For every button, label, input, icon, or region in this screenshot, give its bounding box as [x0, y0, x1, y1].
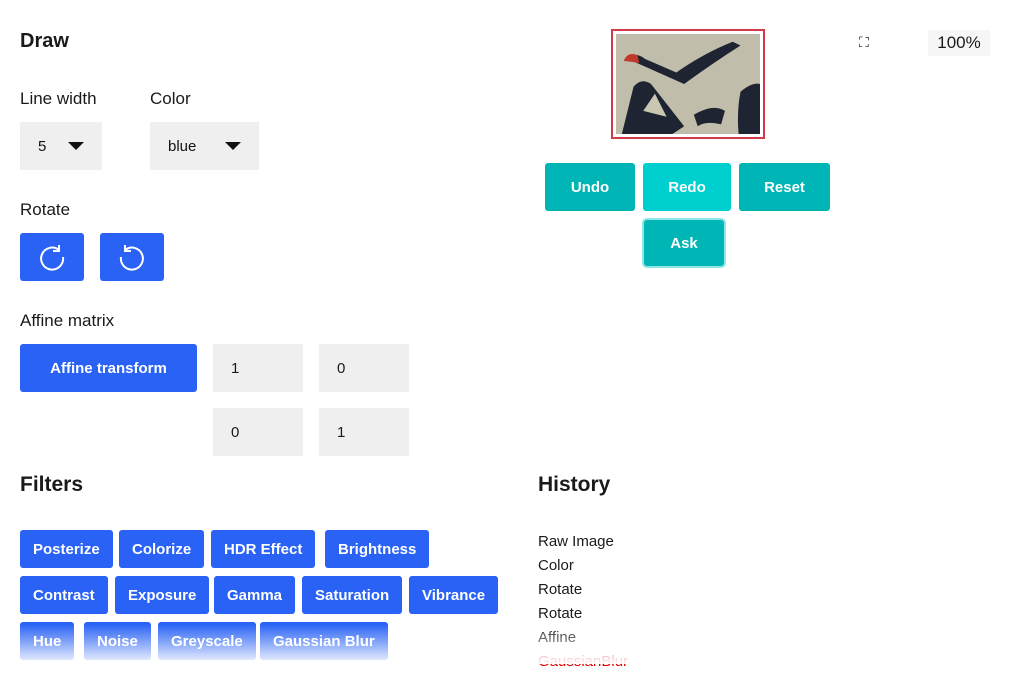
history-item[interactable]: Affine [538, 626, 628, 650]
scroll-fade [0, 624, 1034, 664]
history-item-active[interactable]: GaussianBlur [538, 650, 628, 674]
filter-saturation-button[interactable]: Saturation [302, 576, 403, 614]
filter-colorize-button[interactable]: Colorize [119, 530, 205, 568]
history-item[interactable]: Color [538, 554, 628, 578]
line-width-label: Line width [20, 89, 97, 108]
filter-gaussian-blur-button[interactable]: Gaussian Blur [260, 622, 388, 660]
filter-noise-button[interactable]: Noise [84, 622, 151, 660]
history-item[interactable]: Rotate [538, 602, 628, 626]
rotate-clockwise-icon [40, 245, 65, 271]
preview-image [616, 34, 760, 134]
line-width-select[interactable]: 5 [20, 122, 102, 170]
reset-button[interactable]: Reset [739, 163, 830, 211]
ask-button[interactable]: Ask [644, 220, 724, 266]
line-width-value: 5 [38, 137, 47, 155]
filter-brightness-button[interactable]: Brightness [325, 530, 430, 568]
matrix-cell-a[interactable]: 1 [213, 344, 303, 392]
affine-title: Affine matrix [20, 311, 115, 330]
history-item[interactable]: Rotate [538, 578, 628, 602]
filter-contrast-button[interactable]: Contrast [20, 576, 108, 614]
filter-hue-button[interactable]: Hue [20, 622, 75, 660]
filter-exposure-button[interactable]: Exposure [115, 576, 210, 614]
matrix-cell-c[interactable]: 0 [213, 408, 303, 456]
undo-button[interactable]: Undo [545, 163, 635, 211]
rotate-title: Rotate [20, 200, 71, 219]
color-value: blue [168, 137, 197, 155]
history-title: History [538, 473, 611, 496]
color-select[interactable]: blue [150, 122, 259, 170]
rotate-clockwise-button[interactable] [20, 233, 84, 281]
redo-button[interactable]: Redo [643, 163, 731, 211]
draw-title: Draw [20, 30, 69, 52]
filter-greyscale-button[interactable]: Greyscale [158, 622, 256, 660]
chevron-down-icon [68, 142, 84, 150]
history-list: Raw Image Color Rotate Rotate Affine Gau… [538, 530, 628, 674]
matrix-cell-b[interactable]: 0 [319, 344, 409, 392]
zoom-level: 100% [928, 30, 990, 56]
rotate-counterclockwise-button[interactable] [100, 233, 164, 281]
filter-vibrance-button[interactable]: Vibrance [409, 576, 499, 614]
matrix-cell-d[interactable]: 1 [319, 408, 409, 456]
filter-hdr-effect-button[interactable]: HDR Effect [211, 530, 316, 568]
filter-gamma-button[interactable]: Gamma [214, 576, 296, 614]
filters-title: Filters [20, 473, 84, 496]
filter-posterize-button[interactable]: Posterize [20, 530, 113, 568]
chevron-down-icon [225, 142, 241, 150]
history-item[interactable]: Raw Image [538, 530, 628, 554]
fullscreen-icon[interactable]: ⛶ [859, 34, 869, 51]
color-label: Color [150, 89, 191, 108]
affine-transform-button[interactable]: Affine transform [20, 344, 197, 392]
rotate-counterclockwise-icon [119, 245, 144, 271]
image-preview[interactable] [611, 29, 765, 139]
